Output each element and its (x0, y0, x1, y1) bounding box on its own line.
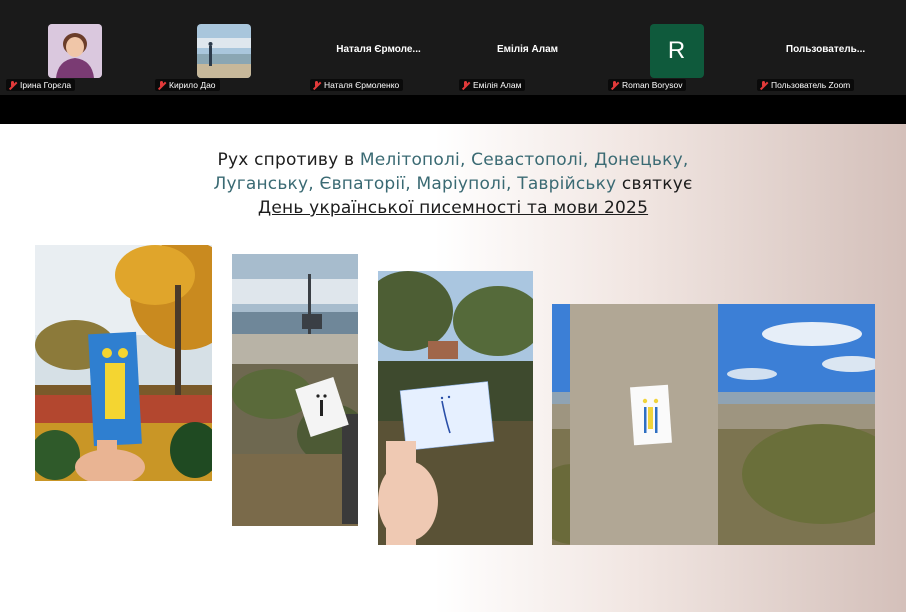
participant-tiles: Ірина Горєла Кирило Дао Наталя Єрмоле...… (0, 0, 906, 95)
participant-tile-2[interactable]: Кирило Дао (149, 0, 298, 95)
photo-autumn-park (35, 245, 212, 481)
participant-display-name: Емілія Алам (496, 44, 559, 55)
participant-label-5: Roman Borysov (608, 79, 687, 91)
participant-name: Наталя Єрмоленко (324, 80, 400, 90)
muted-mic-icon (759, 80, 768, 90)
shared-slide: Рух спротиву в Мелітополі, Севастополі, … (0, 124, 906, 612)
participant-strip: Ірина Горєла Кирило Дао Наталя Єрмоле...… (0, 0, 906, 124)
participant-label-2: Кирило Дао (155, 79, 220, 91)
slide-title: Рух спротиву в Мелітополі, Севастополі, … (0, 148, 906, 220)
title-cities: Мелітополі, Севастополі, Донецьку, (359, 150, 689, 170)
participant-label-1: Ірина Горєла (6, 79, 76, 91)
muted-mic-icon (157, 80, 166, 90)
photo-pillar-landscape (552, 304, 875, 545)
title-line-2: Луганську, Євпаторії, Маріуполі, Таврійс… (0, 172, 906, 196)
harbor-image (232, 254, 358, 526)
participant-tile-3[interactable]: Наталя Єрмоле... Наталя Єрмоленко (304, 0, 453, 95)
title-text: Рух спротиву в (217, 150, 360, 170)
participant-video-2 (196, 24, 251, 78)
participant-tile-6[interactable]: Пользователь... Пользователь Zoom (751, 0, 900, 95)
participant-name: Пользователь Zoom (771, 80, 851, 90)
participant-avatar-5: R (649, 24, 704, 78)
photo-village (378, 271, 533, 545)
pillar-landscape-image (552, 304, 875, 545)
muted-mic-icon (610, 80, 619, 90)
participant-name: Roman Borysov (622, 80, 683, 90)
participant-label-3: Наталя Єрмоленко (310, 79, 404, 91)
participant-tile-5[interactable]: R Roman Borysov (602, 0, 751, 95)
participant-name: Емілія Алам (473, 80, 522, 90)
village-image (378, 271, 533, 545)
participant-display-name: Наталя Єрмоле... (336, 44, 421, 55)
muted-mic-icon (461, 80, 470, 90)
participant-name: Кирило Дао (169, 80, 216, 90)
autumn-park-image (35, 245, 212, 481)
seaside-photo-image (196, 24, 251, 78)
title-cities: Луганську, Євпаторії, Маріуполі, Таврійс… (213, 174, 617, 194)
participant-video-1 (47, 24, 102, 78)
avatar: R (649, 24, 704, 78)
muted-mic-icon (312, 80, 321, 90)
title-line-1: Рух спротиву в Мелітополі, Севастополі, … (0, 148, 906, 172)
participant-label-4: Емілія Алам (459, 79, 526, 91)
title-line-3: День української писемності та мови 2025 (0, 196, 906, 220)
title-holiday: День української писемності та мови 2025 (257, 198, 649, 218)
photo-harbor (232, 254, 358, 526)
participant-tile-1[interactable]: Ірина Горєла (0, 0, 149, 95)
woman-portrait-image (47, 24, 102, 78)
participant-label-6: Пользователь Zoom (757, 79, 855, 91)
muted-mic-icon (8, 80, 17, 90)
participant-name: Ірина Горєла (20, 80, 72, 90)
participant-display-name: Пользователь... (785, 44, 866, 55)
title-text: святкує (616, 174, 693, 194)
participant-tile-4[interactable]: Емілія Алам Емілія Алам (453, 0, 602, 95)
